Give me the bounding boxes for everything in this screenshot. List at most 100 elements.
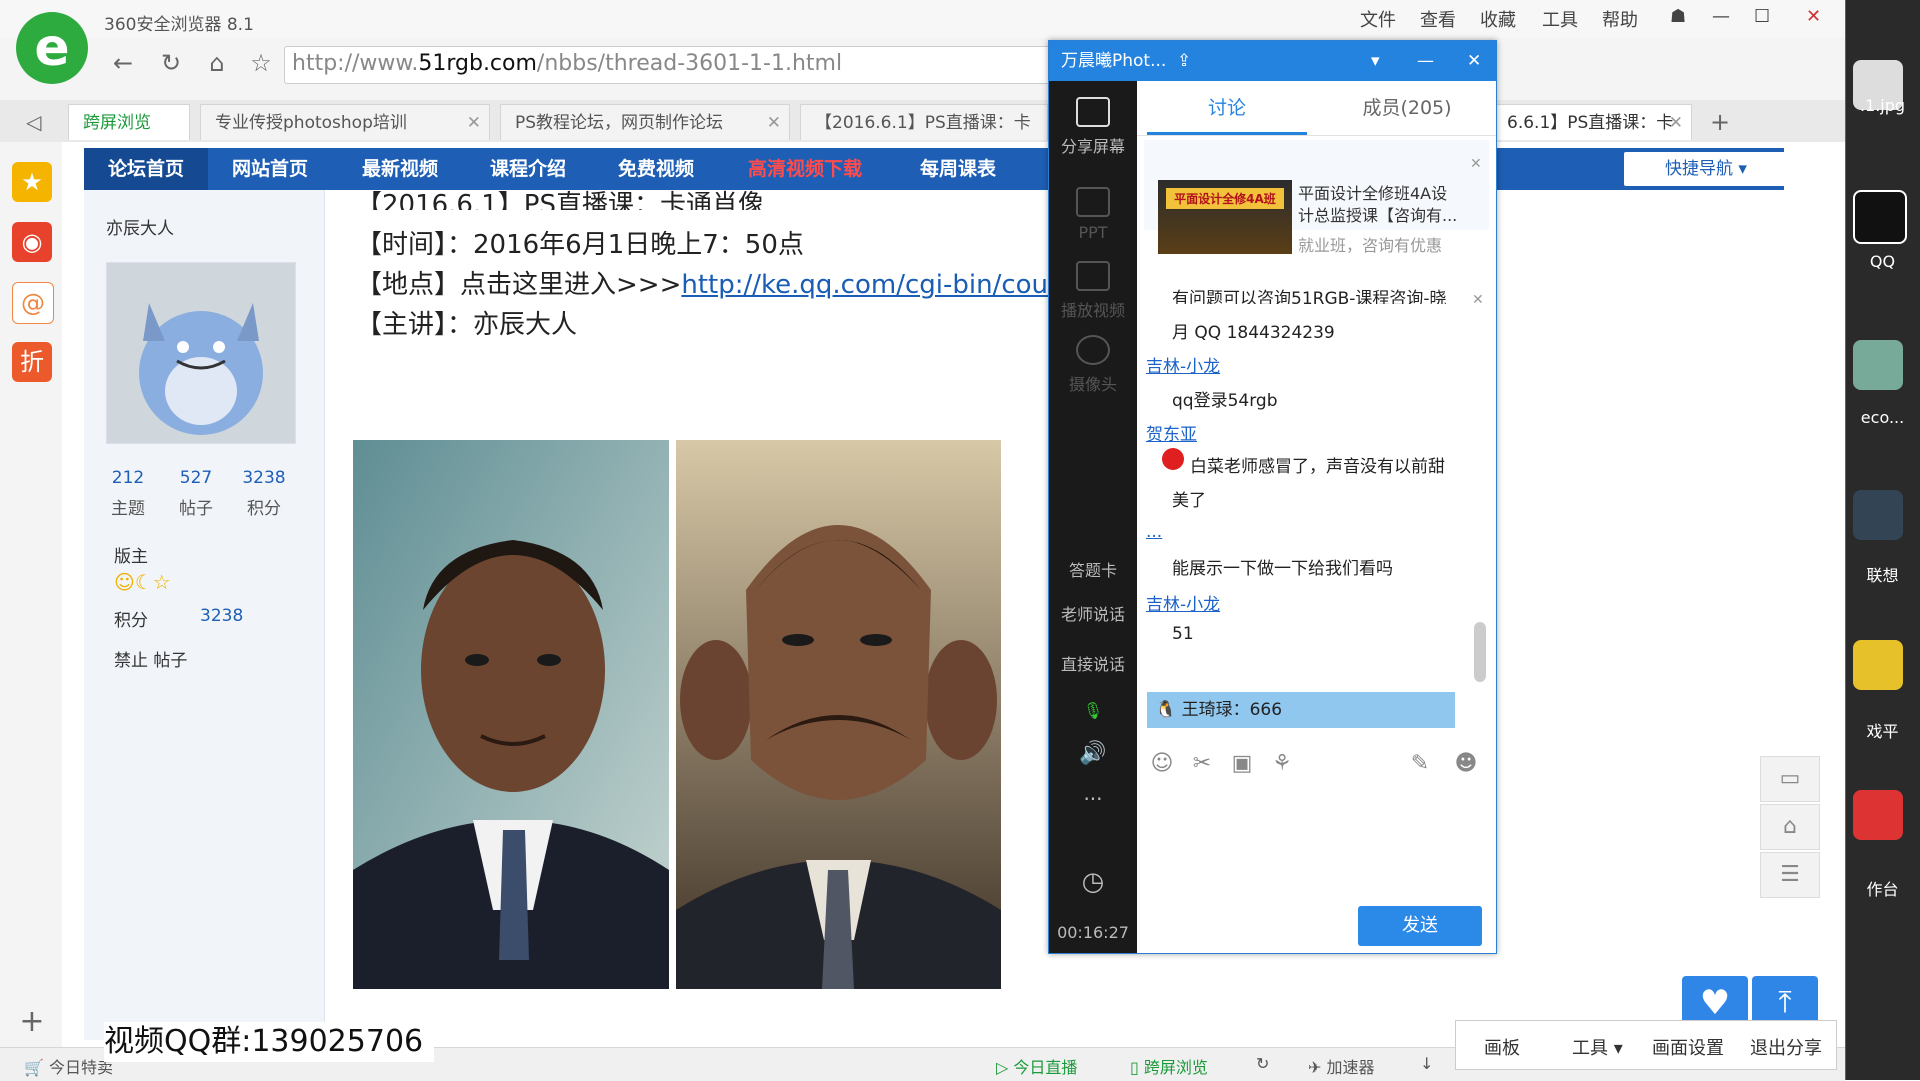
nav-forum-home[interactable]: 论坛首页 bbox=[84, 148, 208, 190]
image-icon[interactable]: ▣ bbox=[1228, 750, 1256, 778]
camera-button[interactable]: 摄像头 bbox=[1049, 335, 1137, 395]
notice-close-icon[interactable]: ✕ bbox=[1472, 292, 1484, 308]
edit-icon[interactable]: ✎ bbox=[1406, 750, 1434, 778]
share-exit[interactable]: 退出分享 bbox=[1750, 1034, 1822, 1060]
speaker-icon[interactable]: 🔊 bbox=[1049, 741, 1137, 766]
accelerator[interactable]: ✈ 加速器 bbox=[1308, 1054, 1375, 1078]
flower-icon[interactable]: ⚘ bbox=[1268, 750, 1296, 778]
share-screen-button[interactable]: 分享屏幕 bbox=[1049, 97, 1137, 157]
dropdown-icon[interactable]: ▾ bbox=[1371, 41, 1380, 81]
stat-threads-value[interactable]: 212 bbox=[98, 468, 158, 488]
course-link[interactable]: http://ke.qq.com/cgi-bin/course bbox=[681, 270, 1088, 300]
mention-user-icon[interactable]: ☻ bbox=[1452, 750, 1480, 778]
chat-sender[interactable]: 贺东亚 bbox=[1146, 420, 1197, 445]
today-deals[interactable]: 🛒 今日特卖 bbox=[24, 1054, 113, 1078]
username[interactable]: 亦辰大人 bbox=[106, 214, 174, 239]
share-whiteboard[interactable]: 画板 bbox=[1484, 1034, 1520, 1060]
quick-nav-button[interactable]: 快捷导航 ▾ bbox=[1624, 152, 1788, 186]
browser-logo[interactable]: e bbox=[16, 12, 88, 84]
play-video-button[interactable]: 播放视频 bbox=[1049, 261, 1137, 321]
comment-icon[interactable]: ▭ bbox=[1760, 756, 1820, 802]
collapse-sidebar-icon[interactable]: ◁ bbox=[26, 110, 41, 134]
download-icon[interactable]: ↓ bbox=[1420, 1054, 1433, 1073]
chat-scrollbar[interactable] bbox=[1474, 622, 1486, 682]
home-icon[interactable]: ⌂ bbox=[202, 48, 232, 78]
maximize-icon[interactable]: ☐ bbox=[1754, 6, 1770, 27]
microphone-icon[interactable]: 🎙 bbox=[1049, 701, 1137, 720]
ban-posts-link[interactable]: 禁止 帖子 bbox=[114, 646, 187, 671]
tab-photoshop-training[interactable]: 专业传授photoshop培训 ✕ bbox=[200, 104, 490, 140]
url-text[interactable]: http://www.51rgb.com/nbbs/thread-3601-1-… bbox=[292, 48, 872, 80]
close-tab-icon[interactable]: ✕ bbox=[767, 105, 781, 140]
add-icon[interactable]: + bbox=[12, 1002, 52, 1042]
teacher-speak-button[interactable]: 老师说话 bbox=[1049, 601, 1137, 625]
scissors-icon[interactable]: ✂ bbox=[1188, 750, 1216, 778]
star-icon[interactable]: ☆ bbox=[246, 48, 276, 78]
minimize-icon[interactable]: — bbox=[1417, 41, 1434, 81]
direct-speak-button[interactable]: 直接说话 bbox=[1049, 651, 1137, 675]
post-place-line: 【地点】点击这里进入>>>http://ke.qq.com/cgi-bin/co… bbox=[356, 264, 1088, 301]
left-sidebar: ★ ◉ @ 折 + bbox=[0, 142, 63, 1047]
menu-tools[interactable]: 工具 bbox=[1542, 6, 1578, 32]
chat-sender[interactable]: ... bbox=[1146, 522, 1162, 542]
app-icon[interactable] bbox=[1853, 340, 1903, 390]
list-icon[interactable]: ☰ bbox=[1760, 852, 1820, 898]
menu-help[interactable]: 帮助 bbox=[1602, 6, 1638, 32]
back-icon[interactable]: ← bbox=[108, 48, 138, 78]
cart-icon: 🛒 bbox=[24, 1058, 44, 1077]
cross-screen-status[interactable]: ▯ 跨屏浏览 bbox=[1130, 1054, 1208, 1078]
tab-discuss[interactable]: 讨论 bbox=[1147, 81, 1307, 135]
share-out-icon[interactable]: ⇪ bbox=[1177, 41, 1191, 81]
chat-sender[interactable]: 吉林-小龙 bbox=[1146, 352, 1220, 377]
chat-sender[interactable]: 吉林-小龙 bbox=[1146, 590, 1220, 615]
skin-icon[interactable]: ☗ bbox=[1670, 6, 1686, 27]
desktop-label: 戏平 bbox=[1866, 722, 1899, 741]
collapse-icon[interactable]: ⌂ bbox=[1760, 804, 1820, 850]
quick-nav-label: 快捷导航 bbox=[1665, 159, 1734, 179]
tab-cross-screen[interactable]: 跨屏浏览 bbox=[68, 104, 190, 140]
favorites-star-icon[interactable]: ★ bbox=[12, 162, 52, 202]
minimize-icon[interactable]: — bbox=[1712, 6, 1730, 27]
tab-ps-forum[interactable]: PS教程论坛，网页制作论坛 ✕ bbox=[500, 104, 790, 140]
share-display-settings[interactable]: 画面设置 bbox=[1652, 1034, 1724, 1060]
stat-posts-value[interactable]: 527 bbox=[166, 468, 226, 488]
url-domain: 51rgb.com bbox=[418, 51, 537, 76]
tab-ps-live-1[interactable]: 【2016.6.1】PS直播课：卡 bbox=[800, 104, 1048, 140]
nav-hd-download[interactable]: 高清视频下载 bbox=[748, 148, 862, 190]
close-tab-icon[interactable]: ✕ bbox=[467, 105, 481, 140]
more-button[interactable]: ··· bbox=[1049, 787, 1137, 811]
nav-site-home[interactable]: 网站首页 bbox=[232, 148, 308, 190]
menu-view[interactable]: 查看 bbox=[1420, 6, 1456, 32]
send-button[interactable]: 发送 bbox=[1358, 906, 1482, 946]
stat-points-value[interactable]: 3238 bbox=[234, 468, 294, 488]
menu-file[interactable]: 文件 bbox=[1360, 6, 1396, 32]
close-tab-icon[interactable]: ✕ bbox=[1669, 105, 1683, 140]
nav-weekly-schedule[interactable]: 每周课表 bbox=[920, 148, 996, 190]
new-tab-icon[interactable]: + bbox=[1710, 108, 1730, 136]
desktop-label: 作台 bbox=[1866, 880, 1899, 899]
emoji-icon[interactable]: ☺ bbox=[1148, 750, 1176, 778]
refresh-icon[interactable]: ↻ bbox=[156, 48, 186, 78]
message-input[interactable] bbox=[1138, 790, 1492, 890]
refresh-status-icon[interactable]: ↻ bbox=[1256, 1054, 1269, 1073]
menu-favorites[interactable]: 收藏 bbox=[1480, 6, 1516, 32]
tab-ps-live-2[interactable]: 6.6.1】PS直播课：卡 ✕ bbox=[1492, 104, 1692, 140]
mail-icon[interactable]: @ bbox=[12, 282, 54, 324]
discount-icon[interactable]: 折 bbox=[12, 342, 52, 382]
tab-members[interactable]: 成员(205) bbox=[1327, 81, 1487, 135]
workbench-icon[interactable] bbox=[1853, 790, 1903, 840]
close-icon[interactable]: ✕ bbox=[1467, 41, 1481, 81]
ppt-button[interactable]: PPT bbox=[1049, 187, 1137, 242]
ad-close-icon[interactable]: ✕ bbox=[1470, 156, 1482, 172]
ad-image[interactable]: 平面设计全修4A班 bbox=[1158, 180, 1292, 254]
stat-posts-label: 帖子 bbox=[179, 499, 213, 519]
qq-penguin-icon[interactable] bbox=[1853, 190, 1907, 244]
game-platform-icon[interactable] bbox=[1853, 640, 1903, 690]
avatar[interactable] bbox=[106, 262, 296, 444]
weibo-icon[interactable]: ◉ bbox=[12, 222, 52, 262]
lenovo-icon[interactable] bbox=[1853, 490, 1903, 540]
answer-card-button[interactable]: 答题卡 bbox=[1049, 557, 1137, 581]
today-live[interactable]: ▷ 今日直播 bbox=[996, 1054, 1077, 1078]
close-icon[interactable]: ✕ bbox=[1806, 6, 1821, 27]
share-tools[interactable]: 工具 ▾ bbox=[1572, 1034, 1623, 1060]
